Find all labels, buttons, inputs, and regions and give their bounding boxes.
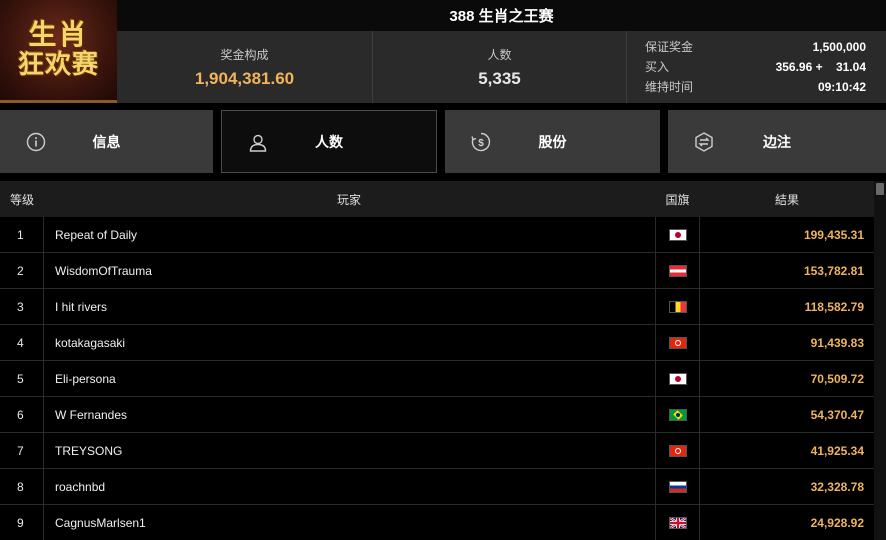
table-row[interactable]: 3 I hit rivers 118,582.79: [0, 289, 874, 325]
guaranteed-row: 保证奖金 1,500,000: [645, 37, 866, 57]
entries-stat: 人数 5,335: [373, 31, 627, 103]
entries-label: 人数: [487, 47, 512, 62]
prize-pool-stat: 奖金构成 1,904,381.60: [117, 31, 373, 103]
row-result: 91,439.83: [810, 335, 864, 350]
row-player: roachnbd: [43, 469, 655, 504]
row-result: 153,782.81: [803, 263, 864, 278]
svg-text:$: $: [478, 138, 484, 149]
row-player: WisdomOfTrauma: [43, 253, 655, 288]
united-kingdom-flag-icon: [668, 516, 687, 529]
row-flag-cell: [655, 289, 700, 324]
time-value: 09:10:42: [817, 80, 866, 94]
row-rank: 8: [17, 479, 24, 494]
header-rank[interactable]: 等级: [0, 191, 43, 208]
row-rank: 2: [17, 263, 24, 278]
japan-flag-icon: [668, 228, 687, 241]
row-player: W Fernandes: [43, 397, 655, 432]
row-rank: 7: [17, 443, 24, 458]
row-result: 24,928.92: [810, 515, 864, 530]
row-player: Eli-persona: [43, 361, 655, 396]
hong-kong-flag-icon: [668, 336, 687, 349]
table-row[interactable]: 5 Eli-persona 70,509.72: [0, 361, 874, 397]
brazil-flag-icon: [668, 408, 687, 421]
row-flag-cell: [655, 505, 700, 540]
logo-line-1: 生肖: [28, 18, 89, 51]
prize-pool-label: 奖金构成: [220, 47, 269, 62]
japan-flag-icon: [668, 372, 687, 385]
row-rank: 1: [17, 227, 24, 242]
buyin-label: 买入: [645, 60, 670, 74]
row-result: 118,582.79: [804, 299, 864, 314]
row-flag-cell: [655, 469, 700, 504]
dollar-coin-icon: $: [471, 132, 491, 152]
entries-value: 5,335: [478, 68, 521, 88]
row-player: kotakagasaki: [43, 325, 655, 360]
table-header: 等级 玩家 国旗 結果: [0, 181, 874, 217]
guaranteed-label: 保证奖金: [645, 40, 694, 54]
row-player: CagnusMarlsen1: [43, 505, 655, 540]
row-flag-cell: [655, 325, 700, 360]
belgium-flag-icon: [668, 300, 687, 313]
buyin-row: 买入 356.96 + 31.04: [645, 57, 866, 77]
prize-pool-value: 1,904,381.60: [194, 68, 295, 88]
leaderboard-table: 等级 玩家 国旗 結果 1 Repeat of Daily 199,435.31…: [0, 181, 874, 540]
buyin-value: 356.96 + 31.04: [775, 60, 866, 74]
table-row[interactable]: 2 WisdomOfTrauma 153,782.81: [0, 253, 874, 289]
row-result: 70,509.72: [810, 371, 864, 386]
tournament-title-bar: 388 生肖之王赛: [117, 0, 886, 31]
info-icon: [26, 132, 46, 152]
row-flag-cell: [655, 217, 700, 252]
header-result[interactable]: 結果: [700, 191, 874, 208]
row-flag-cell: [655, 361, 700, 396]
tab-shares-label: 股份: [538, 133, 567, 150]
row-result: 199,435.31: [803, 227, 864, 242]
row-result: 32,328.78: [810, 479, 864, 494]
tab-entries[interactable]: 人数: [221, 110, 437, 173]
hong-kong-flag-icon: [668, 444, 687, 457]
event-logo: 生肖 狂欢赛: [0, 0, 117, 103]
tab-bar: 信息 人数 $ 股份 边注: [0, 110, 886, 173]
logo-line-2: 狂欢赛: [17, 50, 99, 80]
row-flag-cell: [655, 253, 700, 288]
tab-shares[interactable]: $ 股份: [445, 110, 660, 173]
time-label: 维持时间: [645, 80, 694, 94]
tab-side-bets-label: 边注: [763, 133, 791, 150]
header-player[interactable]: 玩家: [43, 191, 655, 208]
table-row[interactable]: 9 CagnusMarlsen1 24,928.92: [0, 505, 874, 540]
austria-flag-icon: [668, 264, 687, 277]
tournament-title: 388 生肖之王赛: [449, 8, 554, 25]
table-row[interactable]: 7 TREYSONG 41,925.34: [0, 433, 874, 469]
tab-side-bets[interactable]: 边注: [668, 110, 886, 173]
row-rank: 4: [17, 335, 24, 350]
row-player: TREYSONG: [43, 433, 655, 468]
tab-info-label: 信息: [92, 133, 121, 150]
sidebet-icon: [695, 132, 713, 152]
tournament-details: 保证奖金 1,500,000 买入 356.96 + 31.04 维持时间 09…: [627, 31, 886, 103]
row-rank: 9: [17, 515, 24, 530]
row-result: 54,370.47: [810, 407, 864, 422]
tournament-stats: 奖金构成 1,904,381.60 人数 5,335 保证奖金 1,500,00…: [117, 31, 886, 103]
row-rank: 3: [17, 299, 24, 314]
row-flag-cell: [655, 397, 700, 432]
row-result: 41,925.34: [810, 443, 864, 458]
user-icon: [249, 134, 267, 152]
tab-entries-label: 人数: [315, 133, 343, 150]
russia-flag-icon: [668, 480, 687, 493]
row-rank: 5: [17, 371, 24, 386]
row-rank: 6: [17, 407, 24, 422]
table-row[interactable]: 8 roachnbd 32,328.78: [0, 469, 874, 505]
header-flag[interactable]: 国旗: [655, 191, 700, 208]
table-row[interactable]: 4 kotakagasaki 91,439.83: [0, 325, 874, 361]
table-row[interactable]: 1 Repeat of Daily 199,435.31: [0, 217, 874, 253]
row-player: Repeat of Daily: [43, 217, 655, 252]
time-row: 维持时间 09:10:42: [645, 77, 866, 97]
row-player: I hit rivers: [43, 289, 655, 324]
scrollbar-thumb[interactable]: [876, 183, 884, 195]
guaranteed-value: 1,500,000: [812, 40, 866, 54]
table-row[interactable]: 6 W Fernandes 54,370.47: [0, 397, 874, 433]
tab-info[interactable]: 信息: [0, 110, 213, 173]
table-scrollbar[interactable]: [874, 181, 886, 540]
row-flag-cell: [655, 433, 700, 468]
